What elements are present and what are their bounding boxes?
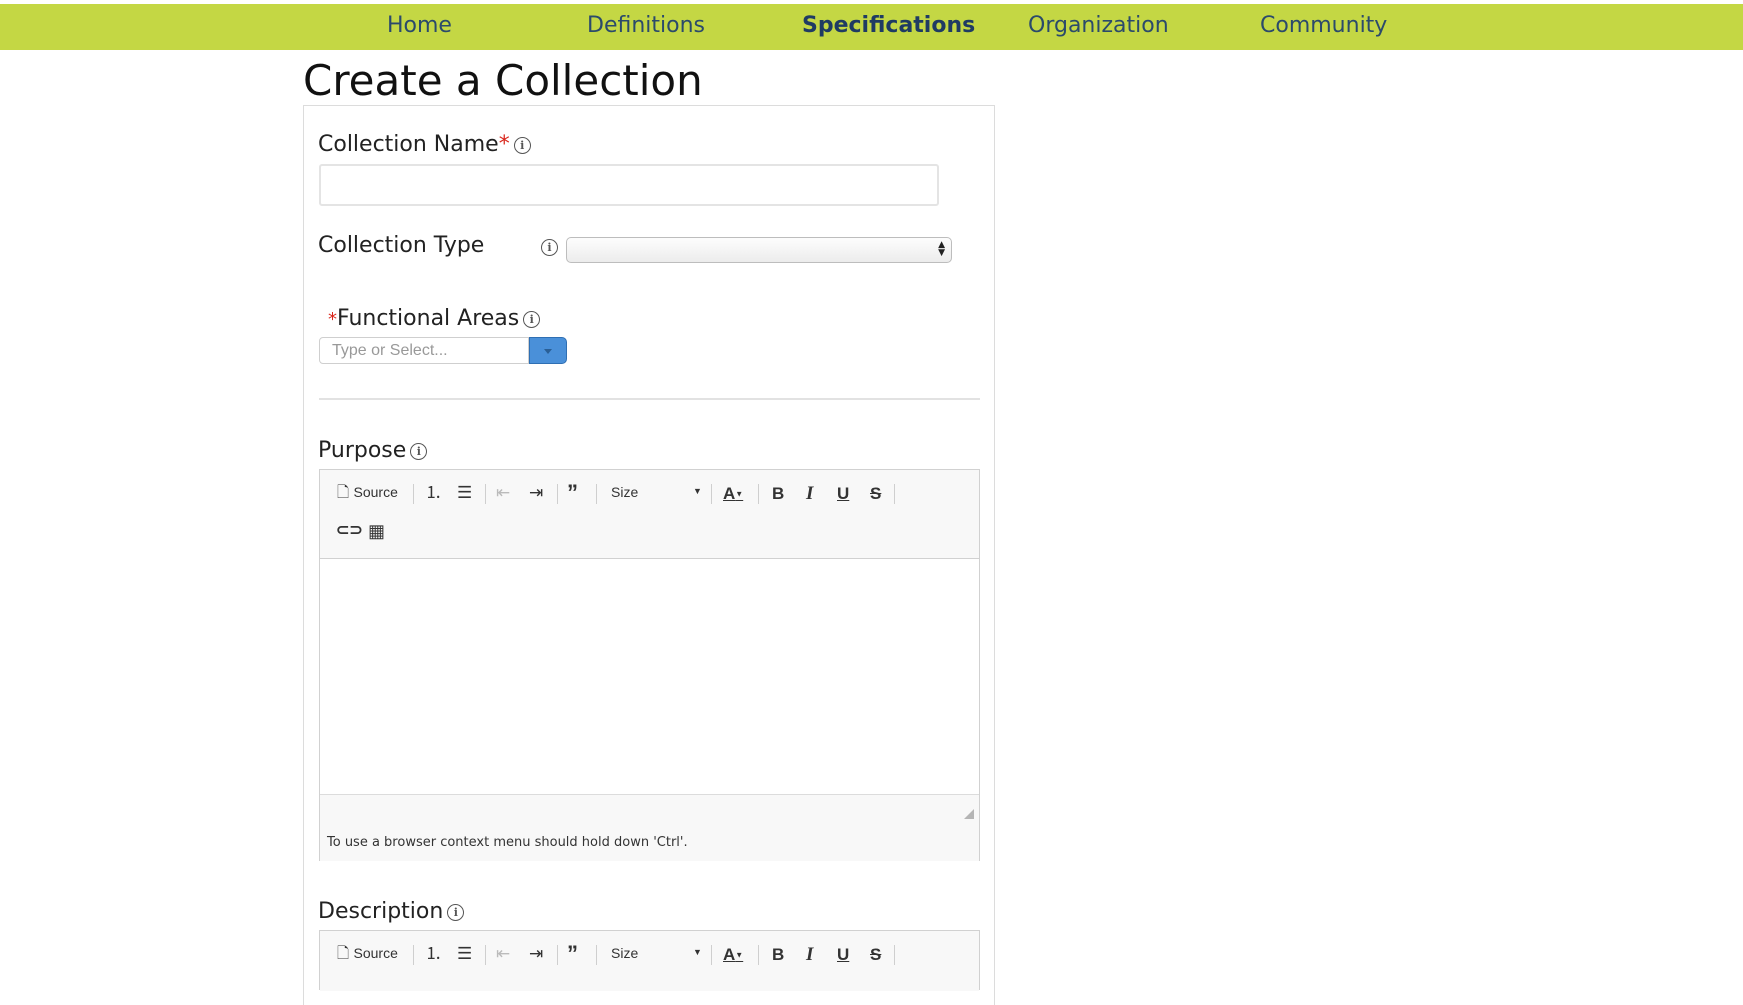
purpose-toolbar: 🗋 Source ⒈ ☰ ⇤ ⇥ ” Size ▼ A▼ B I U S ⊂⊃ ▦	[320, 470, 979, 558]
resize-handle-icon[interactable]	[964, 809, 974, 819]
source-button[interactable]: 🗋 Source	[337, 485, 398, 501]
nav-definitions[interactable]: Definitions	[587, 4, 705, 50]
description-label-row: Description i	[318, 899, 465, 924]
separator	[894, 945, 895, 965]
source-icon: 🗋	[337, 945, 350, 962]
separator	[711, 484, 712, 504]
blockquote-icon[interactable]: ”	[567, 482, 578, 504]
purpose-statusbar: To use a browser context menu should hol…	[320, 794, 979, 861]
underline-button[interactable]: U	[837, 485, 849, 502]
separator	[413, 945, 414, 965]
purpose-label-row: Purpose i	[318, 438, 428, 463]
divider	[319, 398, 980, 400]
functional-areas-input[interactable]: Type or Select...	[319, 337, 529, 364]
chevron-down-icon	[544, 349, 552, 354]
separator	[711, 945, 712, 965]
collection-name-label: Collection Name	[318, 132, 499, 157]
separator	[596, 945, 597, 965]
separator	[758, 945, 759, 965]
size-dropdown[interactable]: Size ▼	[611, 946, 702, 960]
text-color-button[interactable]: A▼	[723, 946, 743, 963]
separator	[485, 945, 486, 965]
bold-button[interactable]: B	[772, 485, 784, 502]
separator	[485, 484, 486, 504]
strikethrough-button[interactable]: S	[870, 946, 881, 963]
description-editor: 🗋 Source ⒈ ☰ ⇤ ⇥ ” Size ▼ A▼ B I U S	[319, 930, 980, 991]
indent-icon[interactable]: ⇥	[529, 945, 543, 962]
text-color-button[interactable]: A▼	[723, 485, 743, 502]
description-toolbar: 🗋 Source ⒈ ☰ ⇤ ⇥ ” Size ▼ A▼ B I U S	[320, 931, 979, 991]
chevron-down-icon: ▼	[693, 947, 702, 957]
required-mark: *	[328, 309, 337, 330]
top-nav: Home Definitions Specifications Organiza…	[0, 4, 1743, 50]
outdent-icon[interactable]: ⇤	[496, 484, 510, 501]
separator	[894, 484, 895, 504]
indent-icon[interactable]: ⇥	[529, 484, 543, 501]
bulleted-list-icon[interactable]: ☰	[457, 945, 472, 962]
bold-button[interactable]: B	[772, 946, 784, 963]
underline-button[interactable]: U	[837, 946, 849, 963]
separator	[596, 484, 597, 504]
collection-name-input[interactable]	[319, 164, 939, 206]
functional-areas-label-row: *Functional Areas i	[328, 306, 541, 331]
functional-areas-label: Functional Areas	[337, 306, 520, 331]
purpose-editor: 🗋 Source ⒈ ☰ ⇤ ⇥ ” Size ▼ A▼ B I U S ⊂⊃ ▦…	[319, 469, 980, 861]
info-icon[interactable]: i	[447, 903, 465, 921]
info-icon[interactable]: i	[513, 136, 531, 154]
separator	[413, 484, 414, 504]
collection-type-select[interactable]: ▲ ▼	[566, 237, 952, 263]
link-icon[interactable]: ⊂⊃	[336, 523, 363, 539]
nav-organization[interactable]: Organization	[1028, 4, 1169, 50]
nav-community[interactable]: Community	[1260, 4, 1387, 50]
chevron-down-icon: ▼	[693, 486, 702, 496]
numbered-list-icon[interactable]: ⒈	[425, 484, 442, 501]
purpose-label: Purpose	[318, 438, 407, 463]
separator	[557, 484, 558, 504]
italic-button[interactable]: I	[806, 484, 813, 503]
info-icon[interactable]: i	[523, 310, 541, 328]
collection-type-label: Collection Type	[318, 233, 485, 258]
italic-button[interactable]: I	[806, 945, 813, 964]
source-icon: 🗋	[337, 484, 350, 501]
strikethrough-button[interactable]: S	[870, 485, 881, 502]
purpose-content[interactable]	[320, 558, 979, 794]
info-icon[interactable]: i	[541, 239, 558, 256]
size-dropdown[interactable]: Size ▼	[611, 485, 702, 499]
nav-specifications[interactable]: Specifications	[802, 4, 975, 50]
select-arrows-icon: ▲ ▼	[938, 240, 945, 258]
separator	[758, 484, 759, 504]
bulleted-list-icon[interactable]: ☰	[457, 484, 472, 501]
table-icon[interactable]: ▦	[368, 522, 385, 540]
page-title: Create a Collection	[303, 56, 703, 105]
source-button[interactable]: 🗋 Source	[337, 946, 398, 962]
blockquote-icon[interactable]: ”	[567, 943, 578, 965]
editor-hint: To use a browser context menu should hol…	[327, 835, 688, 850]
collection-name-label-row: Collection Name* i	[318, 132, 531, 157]
chevron-down-icon: ▼	[735, 950, 744, 960]
separator	[557, 945, 558, 965]
chevron-down-icon: ▼	[735, 489, 744, 499]
info-icon[interactable]: i	[410, 442, 428, 460]
nav-home[interactable]: Home	[387, 4, 452, 50]
description-label: Description	[318, 899, 444, 924]
required-mark: *	[498, 132, 510, 157]
numbered-list-icon[interactable]: ⒈	[425, 945, 442, 962]
outdent-icon[interactable]: ⇤	[496, 945, 510, 962]
functional-areas-dropdown-button[interactable]	[529, 337, 567, 364]
